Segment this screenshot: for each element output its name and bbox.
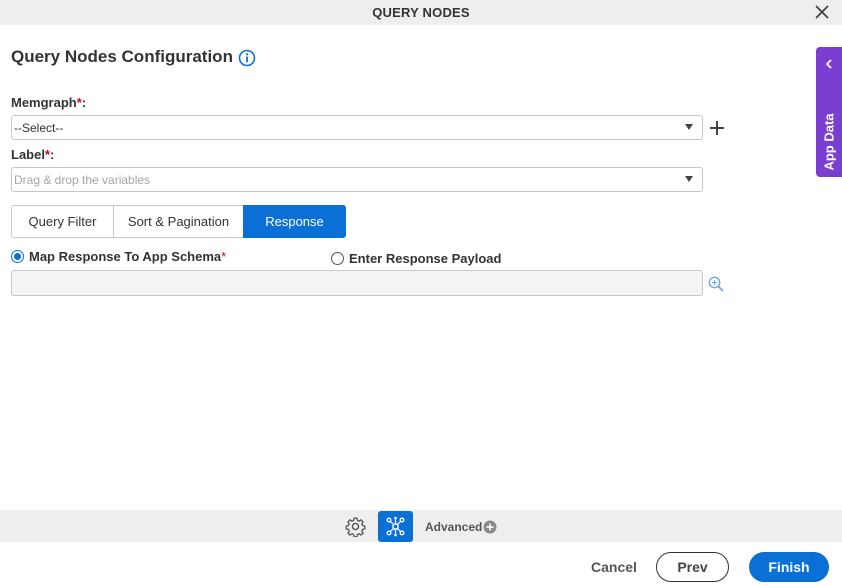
- schema-search-icon[interactable]: [707, 275, 725, 293]
- finish-button[interactable]: Finish: [749, 552, 829, 582]
- advanced-label[interactable]: Advanced: [425, 520, 482, 534]
- chevron-down-icon: [685, 124, 693, 130]
- advanced-plus-icon[interactable]: [483, 520, 497, 534]
- radio-checked-icon: [11, 250, 24, 263]
- radio-unchecked-icon: [331, 252, 344, 265]
- dialog-titlebar: QUERY NODES: [0, 0, 842, 25]
- label-select-placeholder: Drag & drop the variables: [14, 173, 151, 187]
- info-icon[interactable]: [238, 49, 256, 67]
- workflow-button[interactable]: [378, 511, 413, 542]
- chevron-down-icon: [685, 176, 693, 182]
- app-data-label: App Data: [821, 113, 837, 171]
- radio-enter-payload[interactable]: Enter Response Payload: [331, 251, 501, 266]
- cancel-button[interactable]: Cancel: [586, 552, 642, 582]
- close-icon[interactable]: [812, 2, 832, 22]
- advanced-bar: [0, 510, 842, 542]
- tab-response[interactable]: Response: [243, 205, 346, 238]
- config-tabs: Query Filter Sort & Pagination Response: [11, 205, 346, 238]
- gear-icon[interactable]: [345, 516, 366, 537]
- app-schema-input[interactable]: [11, 270, 703, 296]
- workflow-nodes-icon: [386, 516, 405, 537]
- tab-query-filter[interactable]: Query Filter: [11, 205, 113, 238]
- add-memgraph-icon[interactable]: [708, 119, 726, 137]
- page-title: Query Nodes Configuration: [11, 47, 233, 66]
- tab-sort-pagination[interactable]: Sort & Pagination: [113, 205, 243, 238]
- memgraph-label: Memgraph*:: [11, 95, 87, 110]
- app-data-panel-toggle[interactable]: App Data: [816, 47, 842, 177]
- label-field-label: Label*:: [11, 147, 55, 162]
- memgraph-select[interactable]: --Select--: [11, 115, 703, 140]
- label-select[interactable]: Drag & drop the variables: [11, 167, 703, 192]
- chevron-left-icon: [825, 59, 832, 69]
- dialog-title: QUERY NODES: [372, 5, 470, 20]
- prev-button[interactable]: Prev: [656, 552, 729, 582]
- radio-map-response[interactable]: Map Response To App Schema *: [11, 249, 226, 264]
- required-mark: *: [221, 249, 227, 264]
- memgraph-select-value: --Select--: [14, 121, 64, 135]
